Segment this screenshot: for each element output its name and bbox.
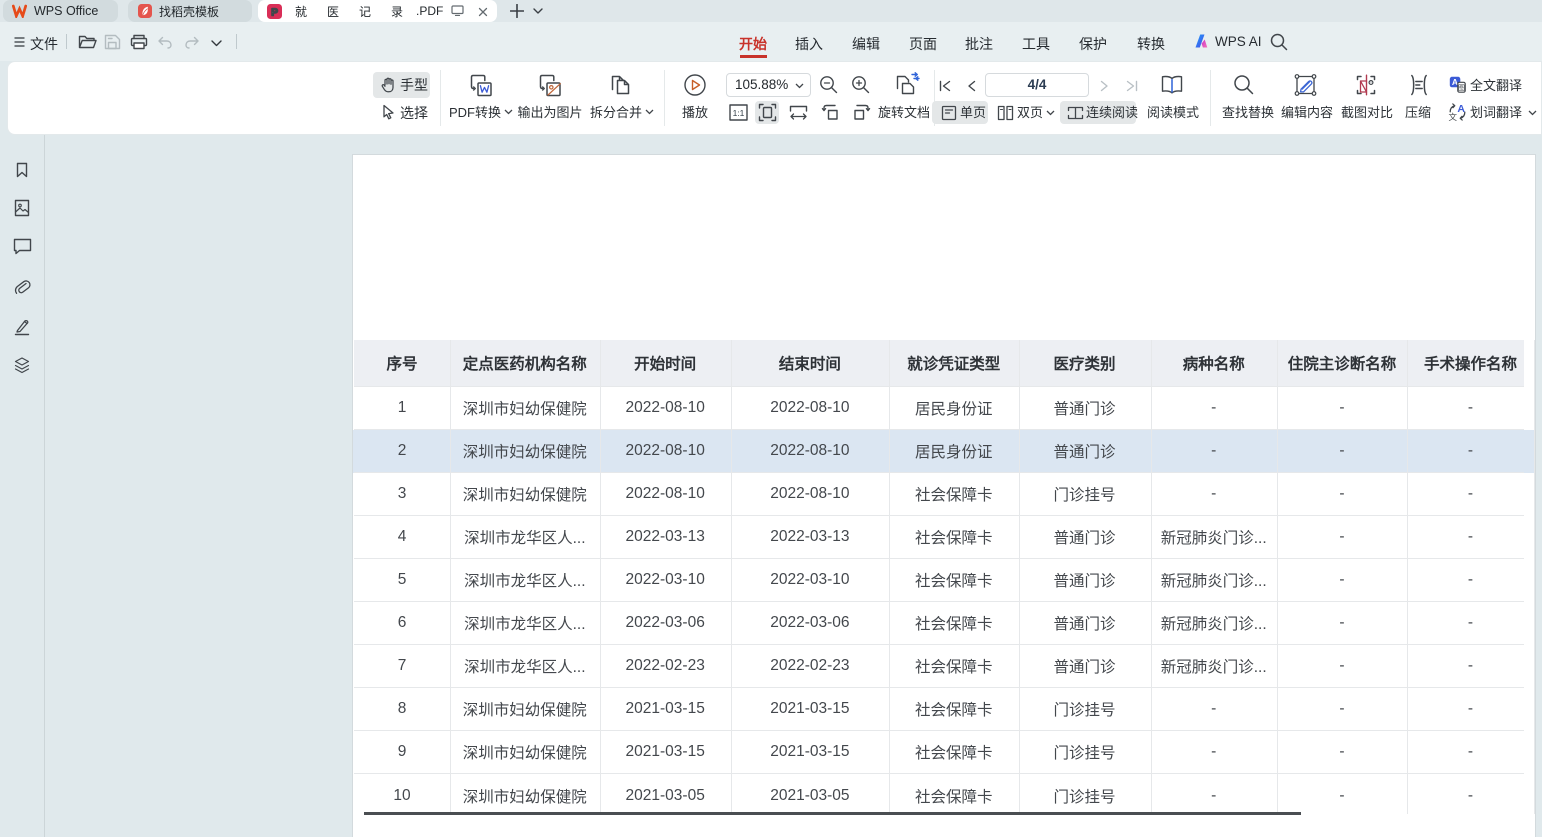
svg-text:1:1: 1:1 <box>733 108 745 118</box>
svg-text:A: A <box>1457 103 1465 115</box>
svg-text:文: 文 <box>1449 111 1458 121</box>
svg-text:P: P <box>271 7 278 18</box>
svg-text:图: 图 <box>1458 83 1465 93</box>
